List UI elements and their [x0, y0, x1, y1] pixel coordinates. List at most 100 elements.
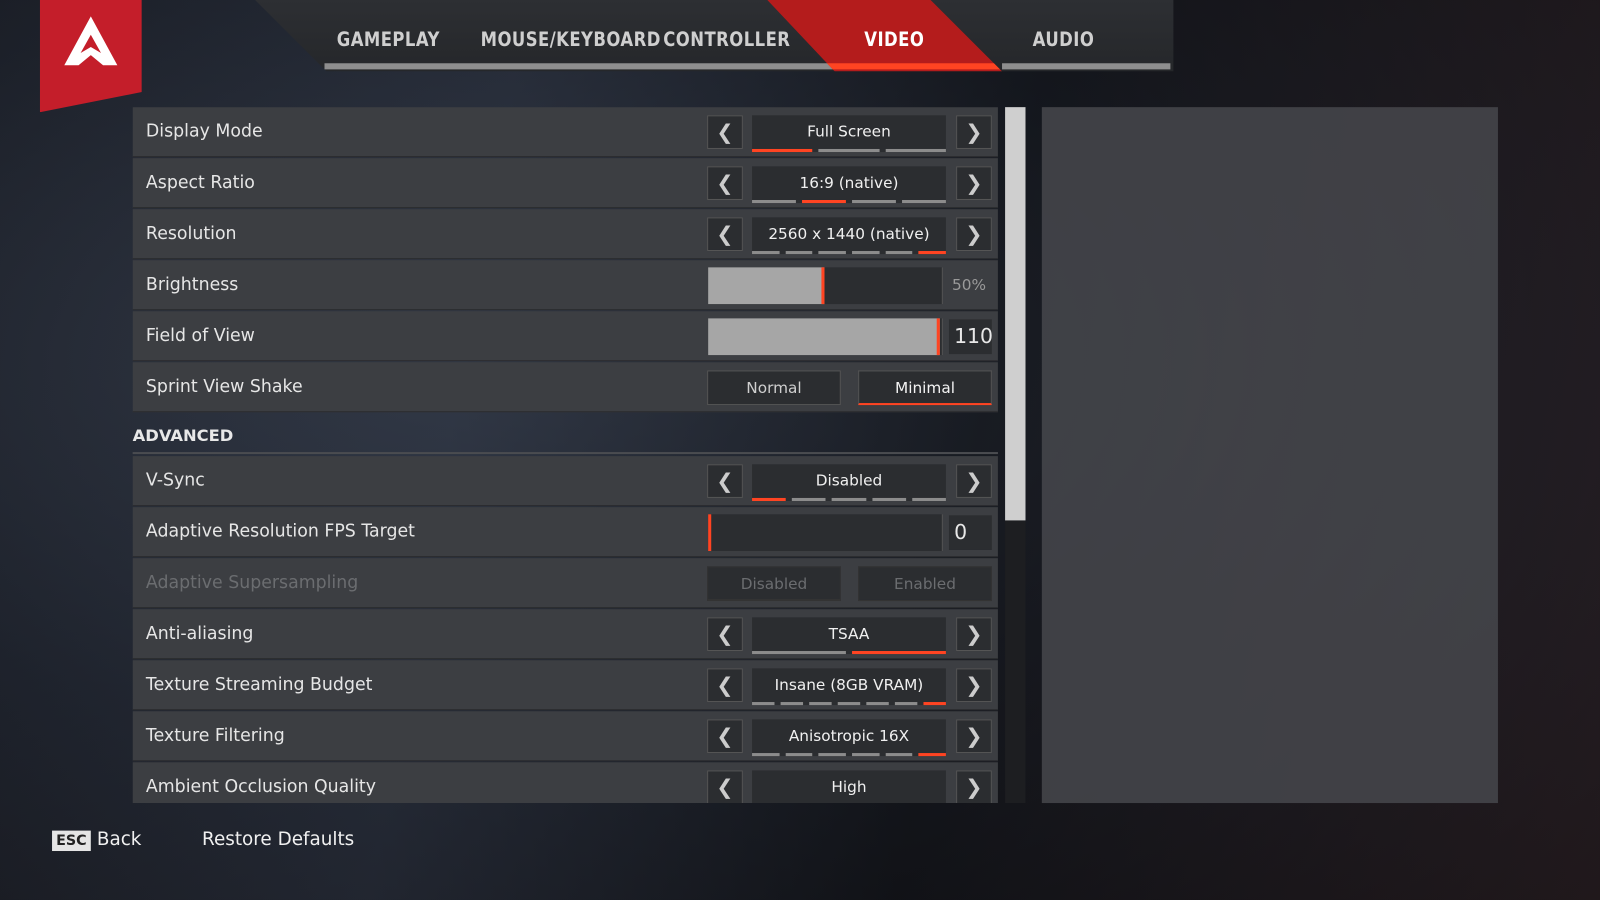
option-indicator [818, 148, 880, 153]
setting-row: Texture Streaming Budget ❮ Insane (8GB VRA… [132, 660, 998, 711]
setting-row: Sprint View Shake Normal Minimal [132, 362, 998, 413]
option-indicator [852, 651, 946, 655]
setting-row: Adaptive Resolution FPS Target 0 [132, 507, 998, 558]
setting-row: Aspect Ratio ❮ 16:9 (native) ❯ [132, 158, 998, 209]
slider-value-input[interactable]: 0 [948, 515, 992, 550]
option-indicators [752, 251, 946, 255]
setting-row: Resolution ❮ 2560 x 1440 (native) ❯ [132, 209, 998, 260]
section-header-advanced: ADVANCED [132, 426, 998, 455]
option-indicator [809, 702, 832, 706]
next-arrow-button[interactable]: ❯ [956, 115, 992, 149]
prev-arrow-button[interactable]: ❮ [707, 617, 743, 652]
option-selector[interactable]: Full Screen [752, 115, 946, 153]
selected-value: TSAA [828, 624, 870, 643]
tab-gameplay[interactable]: GAMEPLAY [337, 29, 440, 51]
option-selector[interactable]: High [752, 770, 946, 804]
setting-label: Resolution [145, 223, 237, 244]
setting-label: Ambient Occlusion Quality [145, 776, 377, 797]
option-indicators [752, 199, 946, 204]
option-indicator [780, 702, 804, 706]
toggle-option-disabled[interactable]: Disabled [707, 566, 841, 602]
selected-value: Insane (8GB VRAM) [774, 675, 924, 694]
tab-video[interactable]: VIDEO [864, 29, 924, 51]
option-indicator [818, 753, 846, 757]
prev-arrow-button[interactable]: ❮ [707, 464, 743, 498]
slider-value: 50% [952, 275, 987, 294]
option-selector[interactable]: Disabled [752, 464, 946, 502]
setting-label: Adaptive Supersampling [145, 572, 359, 593]
slider-track[interactable] [708, 267, 943, 305]
option-indicators [752, 651, 946, 655]
next-arrow-button[interactable]: ❯ [956, 617, 992, 652]
slider-fill[interactable] [708, 267, 824, 305]
option-selector[interactable]: 2560 x 1440 (native) [752, 217, 946, 255]
option-indicator [852, 199, 896, 204]
option-indicator [832, 497, 866, 502]
option-indicator [923, 702, 946, 706]
option-selector[interactable]: Anisotropic 16X [752, 719, 946, 757]
setting-label: Field of View [145, 325, 255, 346]
selected-value: Full Screen [807, 122, 891, 141]
prev-arrow-button[interactable]: ❮ [707, 166, 743, 200]
scrollbar-thumb[interactable] [1005, 107, 1026, 521]
option-indicator [912, 497, 946, 502]
setting-row: Anti-aliasing ❮ TSAA ❯ [132, 609, 998, 660]
description-panel [1041, 107, 1498, 804]
slider-value-input[interactable]: 110 [948, 319, 993, 355]
next-arrow-button[interactable]: ❯ [956, 719, 992, 754]
next-arrow-button[interactable]: ❯ [956, 770, 992, 804]
toggle-option-normal[interactable]: Normal [707, 370, 841, 406]
prev-arrow-button[interactable]: ❮ [707, 719, 743, 754]
prev-arrow-button[interactable]: ❮ [707, 770, 743, 804]
selected-value: High [831, 777, 867, 796]
option-selector[interactable]: TSAA [752, 617, 946, 655]
option-indicator [792, 497, 826, 502]
prev-arrow-button[interactable]: ❮ [707, 217, 743, 252]
option-indicator [872, 497, 906, 502]
option-indicator [837, 702, 861, 706]
scrollbar[interactable] [1005, 107, 1026, 804]
setting-row: Adaptive Supersampling Disabled Enabled [132, 558, 998, 609]
tab-underline [1002, 63, 1171, 70]
next-arrow-button[interactable]: ❯ [956, 217, 992, 252]
setting-label: Brightness [145, 274, 239, 295]
option-selector[interactable]: Insane (8GB VRAM) [752, 668, 946, 706]
next-arrow-button[interactable]: ❯ [956, 166, 992, 200]
toggle-option-minimal[interactable]: Minimal [858, 370, 992, 406]
slider-fill[interactable] [708, 514, 712, 552]
option-indicator [885, 251, 913, 255]
back-button[interactable]: ESC Back [52, 828, 142, 852]
option-indicator [866, 702, 889, 706]
restore-defaults-button[interactable]: Restore Defaults [202, 829, 354, 850]
setting-label: Texture Streaming Budget [145, 674, 373, 695]
setting-label: Adaptive Resolution FPS Target [145, 521, 415, 542]
option-indicator [852, 753, 880, 757]
option-indicator [818, 251, 846, 255]
next-arrow-button[interactable]: ❯ [956, 464, 992, 498]
slider-track[interactable] [708, 318, 943, 356]
option-indicator [752, 251, 780, 255]
option-selector[interactable]: 16:9 (native) [752, 166, 946, 204]
option-indicator [852, 251, 880, 255]
option-indicator [752, 497, 786, 502]
tab-mouse-keyboard[interactable]: MOUSE/KEYBOARD [481, 29, 661, 51]
selected-value: 16:9 (native) [799, 173, 899, 192]
option-indicator [785, 251, 813, 255]
setting-row: Brightness 50% [132, 260, 998, 311]
toggle-option-enabled[interactable]: Enabled [858, 566, 992, 602]
setting-label: Aspect Ratio [145, 172, 255, 193]
setting-row: Display Mode ❮ Full Screen ❯ [132, 107, 998, 158]
prev-arrow-button[interactable]: ❮ [707, 115, 743, 149]
setting-label: Sprint View Shake [145, 376, 303, 397]
back-label: Back [96, 828, 142, 850]
tab-audio[interactable]: AUDIO [1033, 29, 1095, 51]
selected-value: 2560 x 1440 (native) [768, 224, 930, 243]
prev-arrow-button[interactable]: ❮ [707, 668, 743, 703]
setting-row: Texture Filtering ❮ Anisotropic 16X ❯ [132, 711, 998, 762]
slider-fill[interactable] [708, 318, 940, 356]
tab-controller[interactable]: CONTROLLER [663, 29, 790, 51]
option-indicators [752, 753, 946, 757]
setting-row: V-Sync ❮ Disabled ❯ [132, 456, 998, 507]
next-arrow-button[interactable]: ❯ [956, 668, 992, 703]
slider-track[interactable] [708, 514, 943, 552]
